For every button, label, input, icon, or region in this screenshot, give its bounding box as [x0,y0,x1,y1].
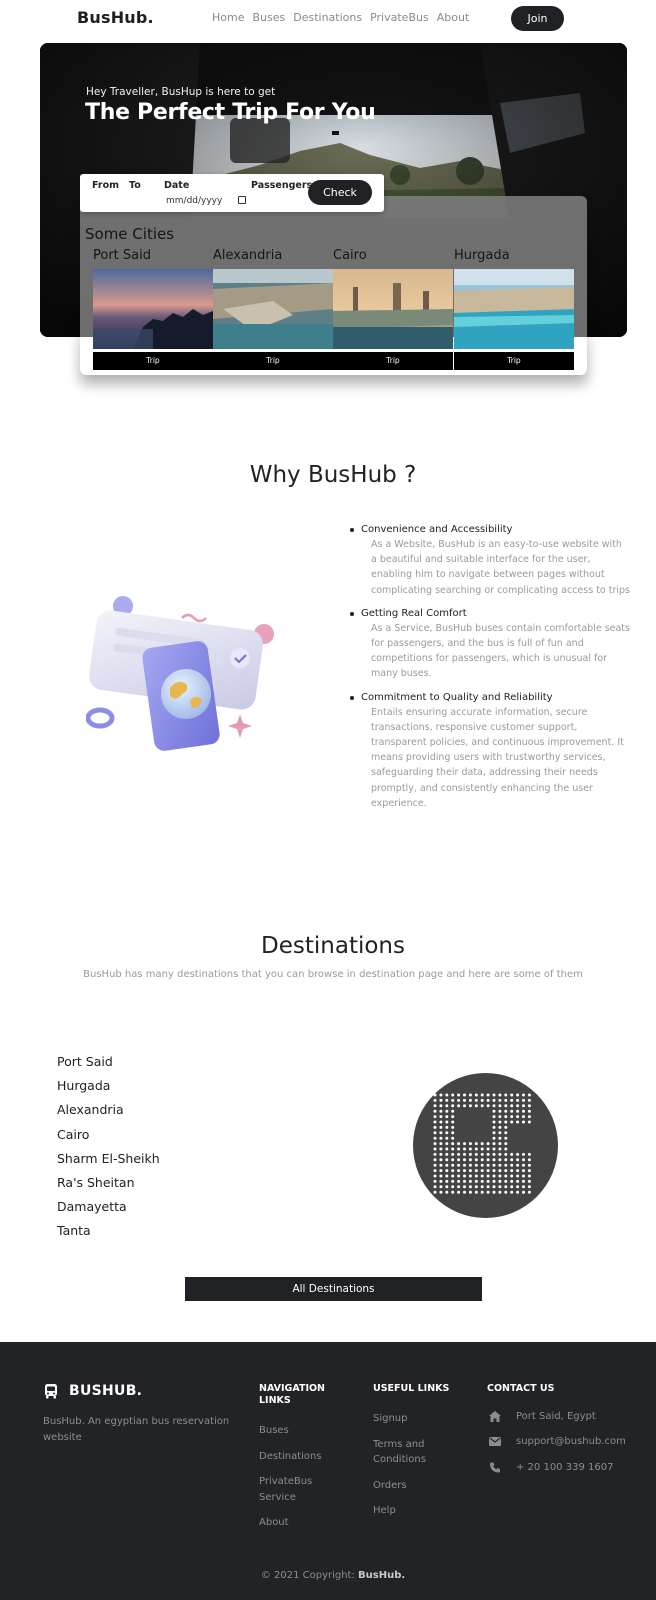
footer-link-about[interactable]: About [259,1515,325,1531]
footer-brand[interactable]: BUSHUB. [43,1383,142,1399]
footer-useful-links: USEFUL LINKS Signup Terms and Conditions… [373,1383,449,1519]
date-label: Date [164,180,190,191]
city-image-alexandria [213,269,333,349]
why-item: Commitment to Quality and Reliability En… [350,690,630,811]
destination-item[interactable]: Cairo [57,1123,160,1147]
footer-link-privatebus[interactable]: Service [259,1490,325,1506]
footer-logo-text: BUSHUB. [69,1383,143,1399]
destination-item[interactable]: Tanta [57,1219,160,1243]
passengers-label[interactable]: Passengers [251,180,312,191]
city-name-cairo: Cairo [333,248,367,263]
footer-link-orders[interactable]: Orders [373,1478,449,1494]
footer-description: BusHub. An egyptian bus reservation webs… [43,1416,230,1443]
join-button[interactable]: Join [511,6,564,31]
destination-item[interactable]: Ra's Sheitan [57,1171,160,1195]
travel-globe-illustration [85,596,286,766]
trip-button-cairo[interactable]: Trip [333,352,453,370]
city-image-hurgada [454,269,574,349]
hero-title: The Perfect Trip For You [85,100,376,125]
trip-button-alexandria[interactable]: Trip [213,352,333,370]
bus-icon [45,1384,57,1399]
destination-item[interactable]: Damayetta [57,1195,160,1219]
footer-link-help[interactable]: Help [373,1503,449,1519]
cities-title: Some Cities [85,225,175,243]
why-item-heading: Getting Real Comfort [361,607,467,619]
footer-link-privatebus[interactable]: PrivateBus [259,1474,325,1490]
footer-link-terms[interactable]: Conditions [373,1452,449,1468]
brand-logo[interactable]: BusHub. [77,8,154,27]
dotted-map-graphic [413,1073,558,1218]
footer-nav-title: NAVIGATION [259,1383,325,1394]
why-item-text: Entails ensuring accurate information, s… [371,706,624,809]
contact-phone: + 20 100 339 1607 [487,1462,613,1473]
footer-link-terms[interactable]: Terms and [373,1437,449,1453]
city-image-port-said [93,269,213,349]
city-name-hurgada: Hurgada [454,248,510,263]
nav-link-buses[interactable]: Buses [252,11,285,24]
footer-link-signup[interactable]: Signup [373,1411,449,1427]
footer-useful-title: USEFUL LINKS [373,1383,450,1394]
destinations-subtitle: BusHub has many destinations that you ca… [83,969,583,980]
home-icon [489,1411,501,1422]
copyright: © 2021 Copyright: BusHub. [0,1570,656,1581]
nav-link-destinations[interactable]: Destinations [293,11,362,24]
calendar-icon[interactable] [238,196,246,204]
top-navbar: BusHub. Home Buses Destinations PrivateB… [0,0,656,36]
copyright-text: © 2021 Copyright: [260,1570,359,1581]
check-button[interactable]: Check [308,180,372,205]
why-item-text: As a Service, BusHub buses contain comfo… [371,622,630,680]
nav-link-home[interactable]: Home [212,11,244,24]
destination-item[interactable]: Sharm El-Sheikh [57,1147,160,1171]
why-item-heading: Convenience and Accessibility [361,524,513,535]
nav-links: Home Buses Destinations PrivateBus About [212,11,469,24]
all-destinations-button[interactable]: All Destinations [185,1277,482,1301]
destination-item[interactable]: Alexandria [57,1098,160,1122]
trip-button-port-said[interactable]: Trip [93,352,213,370]
city-image-cairo [333,269,453,349]
contact-email-text[interactable]: support@bushub.com [516,1436,626,1447]
footer-nav-title: LINKS [259,1395,291,1406]
footer-contact: CONTACT US [487,1383,554,1395]
nav-link-privatebus[interactable]: PrivateBus [370,11,429,24]
why-item: Getting Real Comfort As a Service, BusHu… [350,606,630,682]
why-item: Convenience and Accessibility As a Websi… [350,522,630,598]
contact-phone-text[interactable]: + 20 100 339 1607 [516,1462,613,1473]
phone-icon [490,1462,500,1473]
destinations-title: Destinations [261,933,405,959]
hero-subtitle: Hey Traveller, BusHup is here to get [86,86,276,98]
why-item-heading: Commitment to Quality and Reliability [361,691,553,703]
footer-contact-title: CONTACT US [487,1383,555,1394]
contact-email: support@bushub.com [487,1436,626,1447]
why-item-text: As a Website, BusHub is an easy-to-use w… [371,539,631,596]
why-section-title: Why BusHub ? [249,462,417,488]
footer-navigation-links: NAVIGATION LINKS Buses Destinations Priv… [259,1383,325,1531]
city-name-alexandria: Alexandria [213,248,283,263]
city-name-port-said: Port Said [93,248,151,263]
date-input[interactable]: mm/dd/yyyy [166,196,222,206]
copyright-brand[interactable]: BusHub. [358,1570,405,1581]
trip-button-hurgada[interactable]: Trip [454,352,574,370]
contact-address-text: Port Said, Egypt [516,1411,596,1422]
why-list: Convenience and Accessibility As a Websi… [350,522,630,819]
nav-link-about[interactable]: About [437,11,470,24]
from-label[interactable]: From [92,180,119,191]
footer-link-buses[interactable]: Buses [259,1423,325,1439]
footer-link-destinations[interactable]: Destinations [259,1449,325,1465]
destinations-list: Port Said Hurgada Alexandria Cairo Sharm… [57,1050,160,1244]
to-label[interactable]: To [129,180,141,191]
contact-address: Port Said, Egypt [487,1411,596,1422]
destination-item[interactable]: Hurgada [57,1074,160,1098]
envelope-icon [489,1437,501,1446]
destination-item[interactable]: Port Said [57,1050,160,1074]
